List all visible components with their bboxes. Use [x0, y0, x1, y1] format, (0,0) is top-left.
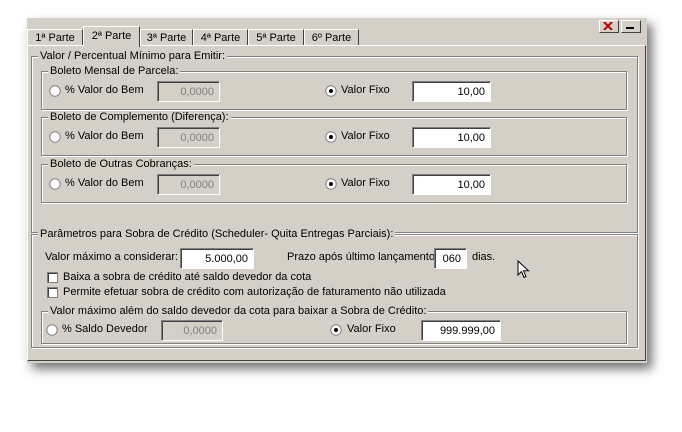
saldo-devedor-field[interactable]: 0,0000 [161, 320, 223, 341]
prazo-label: Prazo após último lançamento [287, 251, 435, 263]
radio-pct-valor-bem-3[interactable] [49, 178, 61, 190]
valor-fixo-field-2[interactable]: 10,00 [412, 127, 491, 148]
valor-fixo-field-3[interactable]: 10,00 [412, 174, 491, 195]
valor-fixo-label-2: Valor Fixo [341, 130, 390, 142]
radio-valor-fixo-sobra[interactable] [330, 324, 342, 336]
tab-parte-5[interactable]: 5ª Parte [248, 29, 304, 45]
baixa-sobra-checkbox[interactable] [47, 272, 58, 283]
boleto-outras-group: Boleto de Outras Cobranças: % Valor do B… [41, 158, 627, 203]
valor-fixo-sobra-label: Valor Fixo [347, 323, 396, 335]
radio-saldo-devedor[interactable] [46, 324, 58, 336]
prazo-field[interactable]: 060 [434, 248, 467, 269]
valor-maximo-field[interactable]: 5.000,00 [180, 248, 254, 269]
permite-sobra-checkbox[interactable] [47, 287, 58, 298]
pct-valor-bem-field-1[interactable]: 0,0000 [157, 81, 220, 102]
permite-sobra-label: Permite efetuar sobra de crédito com aut… [63, 286, 446, 298]
boleto-outras-legend: Boleto de Outras Cobranças: [48, 158, 194, 170]
pct-valor-bem-label-1: % Valor do Bem [65, 84, 144, 96]
tab-parte-3[interactable]: 3ª Parte [140, 29, 193, 45]
parametros-sobra-group: Parâmetros para Sobra de Crédito (Schedu… [31, 228, 638, 348]
radio-valor-fixo-1[interactable] [325, 85, 337, 97]
valor-fixo-field-1[interactable]: 10,00 [412, 81, 491, 102]
boleto-mensal-group: Boleto Mensal de Parcela: % Valor do Bem… [41, 65, 627, 110]
valor-fixo-label-1: Valor Fixo [341, 84, 390, 96]
valor-maximo-alem-group: Valor máximo além do saldo devedor da co… [41, 305, 627, 344]
pct-valor-bem-label-3: % Valor do Bem [65, 177, 144, 189]
valor-fixo-sobra-field[interactable]: 999.999,00 [421, 320, 501, 341]
valor-percentual-legend: Valor / Percentual Mínimo para Emitir: [38, 50, 228, 62]
boleto-complemento-legend: Boleto de Complemento (Diferença): [48, 111, 231, 123]
radio-valor-fixo-2[interactable] [325, 131, 337, 143]
radio-pct-valor-bem-2[interactable] [49, 131, 61, 143]
tab-parte-4[interactable]: 4ª Parte [193, 29, 248, 45]
valor-maximo-alem-legend: Valor máximo além do saldo devedor da co… [48, 305, 429, 317]
mouse-pointer-icon [517, 260, 530, 279]
parametros-sobra-legend: Parâmetros para Sobra de Crédito (Schedu… [38, 228, 396, 240]
radio-pct-valor-bem-1[interactable] [49, 85, 61, 97]
valor-percentual-group: Valor / Percentual Mínimo para Emitir: B… [31, 50, 638, 233]
radio-valor-fixo-3[interactable] [325, 178, 337, 190]
baixa-sobra-label: Baixa a sobra de crédito até saldo deved… [63, 271, 312, 283]
tab-parte-6[interactable]: 6º Parte [304, 29, 359, 45]
dias-label: dias. [472, 251, 496, 263]
pct-valor-bem-field-3[interactable]: 0,0000 [157, 174, 220, 195]
boleto-mensal-legend: Boleto Mensal de Parcela: [48, 65, 181, 77]
tab-parte-2[interactable]: 2ª Parte [83, 26, 140, 47]
tab-page-2: Valor / Percentual Mínimo para Emitir: B… [27, 45, 646, 361]
dialog-window: 1ª Parte 2ª Parte 3ª Parte 4ª Parte 5ª P… [27, 18, 647, 363]
saldo-devedor-label: % Saldo Devedor [62, 323, 148, 335]
close-button[interactable] [599, 20, 619, 33]
tab-parte-1[interactable]: 1ª Parte [27, 29, 83, 45]
minimize-button[interactable] [621, 20, 641, 33]
valor-maximo-label: Valor máximo a considerar: [45, 251, 179, 263]
pct-valor-bem-field-2[interactable]: 0,0000 [157, 127, 220, 148]
valor-fixo-label-3: Valor Fixo [341, 177, 390, 189]
pct-valor-bem-label-2: % Valor do Bem [65, 130, 144, 142]
boleto-complemento-group: Boleto de Complemento (Diferença): % Val… [41, 111, 627, 156]
